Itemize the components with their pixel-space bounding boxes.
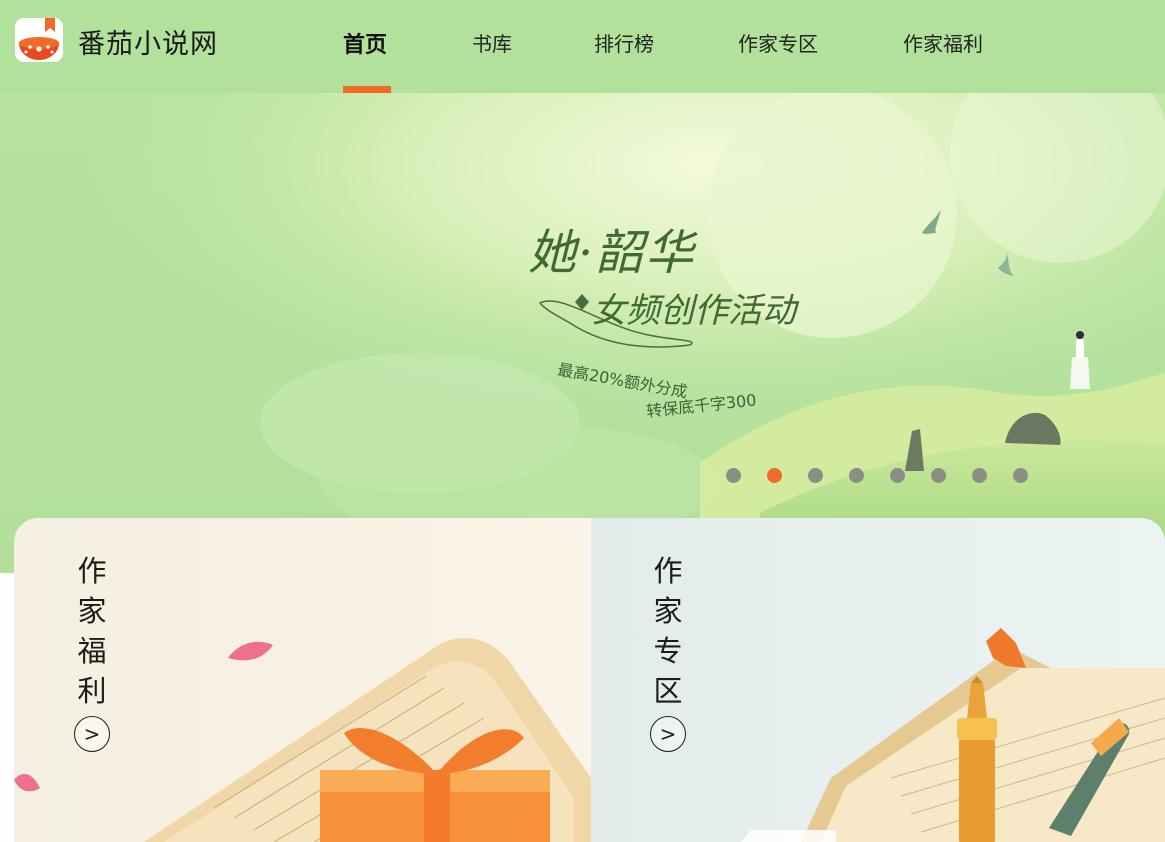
nav-writer-zone[interactable]: 作家专区 (738, 28, 818, 57)
carousel-dot[interactable] (726, 468, 741, 483)
writer-zone-title: 作家专区 (653, 554, 683, 708)
carousel-dot[interactable] (767, 468, 782, 483)
carousel-dot[interactable] (849, 468, 864, 483)
nav-library[interactable]: 书库 (472, 28, 512, 57)
writer-benefits-arrow-button[interactable]: > (74, 716, 110, 752)
writer-benefits-card[interactable]: 作家福利 > (14, 518, 591, 842)
carousel-dot[interactable] (890, 468, 905, 483)
writer-zone-card[interactable]: 作家专区 > (591, 518, 1165, 842)
nav-writer-benefits[interactable]: 作家福利 (903, 28, 983, 57)
nav-home[interactable]: 首页 (343, 27, 387, 59)
carousel-dot[interactable] (1013, 468, 1028, 483)
active-nav-indicator (343, 86, 391, 93)
hero-subtitle: 女频创作活动 (592, 291, 796, 331)
feature-cards: 作家福利 > 作家专区 > (14, 518, 1165, 842)
top-nav-bar: 番茄小说网 首页 书库 排行榜 作家专区 作家福利 (0, 0, 1165, 93)
carousel-dot[interactable] (931, 468, 946, 483)
site-brand-name[interactable]: 番茄小说网 (78, 22, 218, 61)
carousel-dot[interactable] (972, 468, 987, 483)
writer-benefits-title: 作家福利 (77, 554, 107, 708)
hero-title: 她·韶华 (528, 225, 696, 281)
hero-banner[interactable]: 她·韶华 女频创作活动 最高20%额外分成 转保底千字300 (0, 93, 1165, 573)
nav-rankings[interactable]: 排行榜 (594, 28, 654, 57)
hero-illustration (0, 93, 1165, 573)
carousel-dot[interactable] (808, 468, 823, 483)
tomato-book-icon[interactable] (15, 18, 63, 62)
writer-zone-arrow-button[interactable]: > (650, 716, 686, 752)
